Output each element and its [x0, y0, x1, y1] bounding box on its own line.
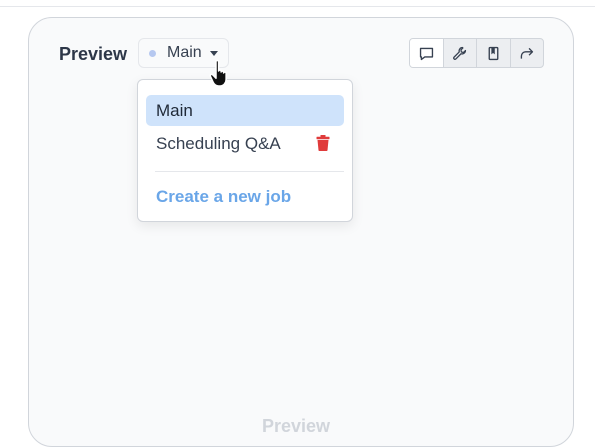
share-button[interactable]: [511, 39, 544, 67]
menu-item-label: Main: [156, 100, 193, 120]
panel-title: Preview: [59, 44, 128, 64]
docs-button[interactable]: [477, 39, 511, 67]
job-selector-button[interactable]: Main: [138, 38, 229, 68]
preview-toolbar: [409, 38, 544, 68]
comment-icon: [419, 47, 433, 60]
share-icon: [520, 47, 534, 59]
caret-down-icon: [209, 50, 218, 56]
job-selector-label: Main: [167, 44, 202, 61]
status-dot: [149, 49, 156, 57]
wrench-icon: [453, 46, 467, 60]
trash-icon[interactable]: [316, 135, 330, 151]
book-icon: [488, 46, 499, 60]
settings-button[interactable]: [444, 39, 477, 67]
preview-footer-text: Preview: [262, 416, 331, 436]
create-new-job-link[interactable]: Create a new job: [156, 187, 291, 207]
menu-divider: [155, 171, 344, 172]
menu-item-main[interactable]: Main: [146, 95, 344, 126]
job-dropdown-menu: Main Scheduling Q&A Create a new job: [137, 79, 353, 222]
comment-button[interactable]: [410, 39, 444, 67]
menu-item-scheduling-qa[interactable]: Scheduling Q&A: [146, 128, 344, 159]
menu-item-label: Scheduling Q&A: [156, 133, 281, 153]
top-divider: [0, 6, 595, 7]
